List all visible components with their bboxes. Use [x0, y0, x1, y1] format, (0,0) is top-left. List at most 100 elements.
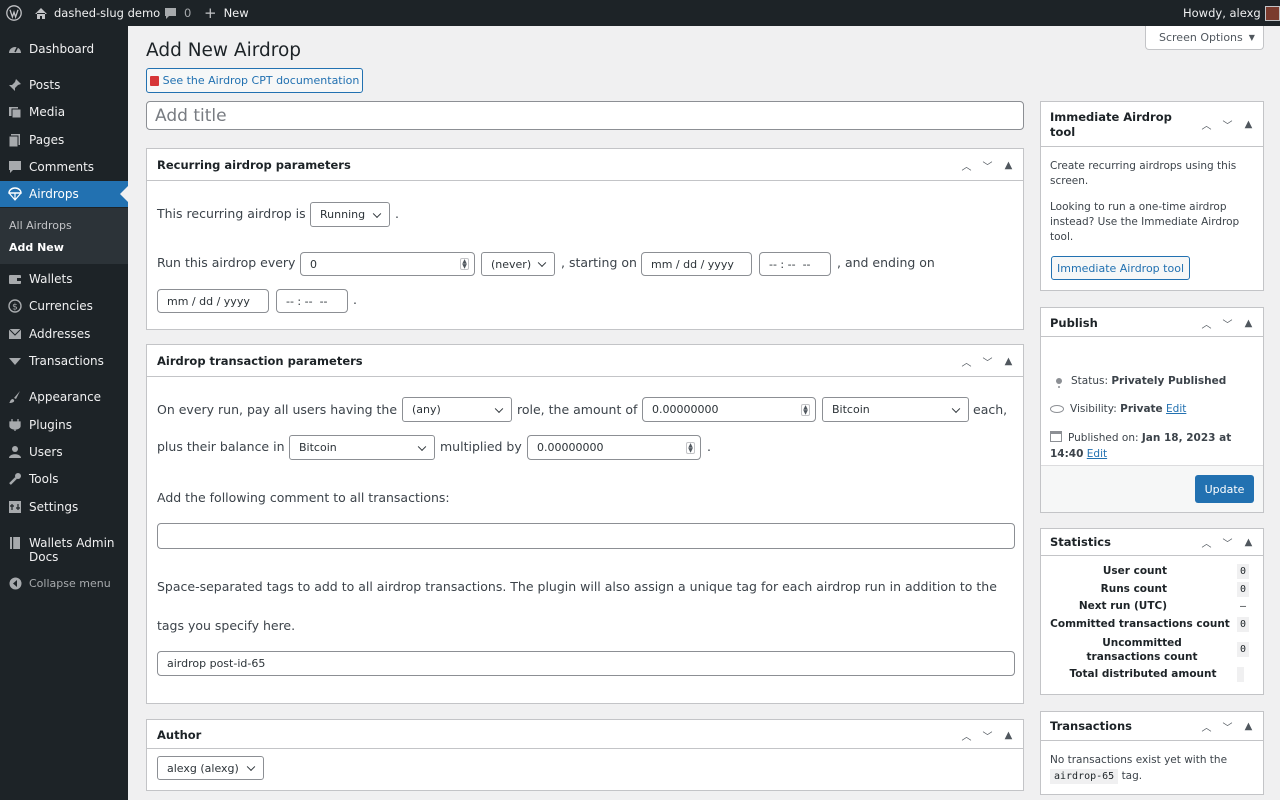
update-button[interactable]: Update — [1195, 475, 1254, 503]
move-down-icon[interactable]: ﹀ — [1217, 315, 1238, 331]
menu-item-posts[interactable]: Posts — [0, 72, 128, 98]
immediate-airdrop-button[interactable]: Immediate Airdrop tool — [1051, 256, 1190, 280]
status-label: Status: — [1071, 375, 1108, 387]
author-select[interactable]: alexg (alexg) — [157, 756, 264, 780]
menu-item-airdrops[interactable]: Airdrops — [0, 181, 128, 207]
airdrop-tag: airdrop-65 — [1050, 769, 1119, 784]
comment-input[interactable] — [157, 523, 1015, 549]
collapse-toggle-icon[interactable]: ▲ — [1238, 315, 1259, 331]
update-label: Update — [1204, 482, 1245, 496]
end-date-placeholder: mm / dd / yyyy — [167, 294, 250, 308]
menu-item-wallets-admin-docs[interactable]: Wallets Admin Docs — [0, 530, 128, 570]
multiplied-by-label: multiplied by — [440, 439, 522, 454]
stat-label: User count — [1102, 565, 1167, 577]
visibility-edit-link[interactable]: Edit — [1166, 403, 1186, 415]
menu-item-users[interactable]: Users — [0, 439, 128, 465]
menu-item-currencies[interactable]: $ Currencies — [0, 293, 128, 319]
published-edit-link[interactable]: Edit — [1087, 448, 1107, 460]
submenu-add-new[interactable]: Add New — [9, 241, 64, 254]
box-controls: ︿ ﹀ ▲ — [956, 157, 1019, 173]
pages-icon — [8, 132, 22, 148]
interval-input[interactable]: 0 ▲ ▼ — [300, 252, 475, 276]
menu-item-transactions[interactable]: Transactions — [0, 348, 128, 374]
stat-value — [1237, 667, 1244, 682]
menu-item-addresses[interactable]: Addresses — [0, 321, 128, 347]
collapse-toggle-icon[interactable]: ▲ — [1238, 116, 1259, 132]
menu-item-tools[interactable]: Tools — [0, 466, 128, 492]
book-icon — [149, 75, 159, 86]
menu-item-appearance[interactable]: Appearance — [0, 384, 128, 410]
status-select[interactable]: Running — [310, 202, 390, 227]
brush-icon — [8, 389, 22, 405]
start-time-input[interactable]: -- : -- -- — [759, 252, 831, 276]
role-amount-label: role, the amount of — [517, 402, 638, 417]
move-up-icon[interactable]: ︿ — [956, 157, 977, 173]
tags-input[interactable]: airdrop post-id-65 — [157, 651, 1015, 676]
title-input[interactable]: Add title — [146, 101, 1024, 130]
move-up-icon[interactable]: ︿ — [956, 353, 977, 369]
move-up-icon[interactable]: ︿ — [1196, 534, 1217, 550]
balance-currency-select[interactable]: Bitcoin — [289, 435, 435, 460]
ending-on-label: , and ending on — [837, 255, 935, 270]
transactions-icon — [8, 353, 22, 369]
screen-options-button[interactable]: Screen Options ▼ — [1145, 26, 1264, 50]
multiplier-input[interactable]: 0.00000000 ▲ ▼ — [527, 435, 701, 460]
move-down-icon[interactable]: ﹀ — [1217, 534, 1238, 550]
move-down-icon[interactable]: ﹀ — [1217, 116, 1238, 132]
move-up-icon[interactable]: ︿ — [1196, 315, 1217, 331]
menu-item-wallets[interactable]: Wallets — [0, 266, 128, 292]
menu-label: Settings — [29, 500, 79, 514]
documentation-button[interactable]: See the Airdrop CPT documentation — [146, 68, 363, 93]
interval-unit-value: (never) — [491, 257, 532, 271]
interval-unit-select[interactable]: (never) — [481, 252, 555, 276]
menu-item-comments[interactable]: Comments — [0, 154, 128, 180]
end-time-input[interactable]: -- : -- -- — [276, 289, 348, 313]
recurring-params-box: Recurring airdrop parameters ︿ ﹀ ▲ This re… — [146, 148, 1024, 330]
end-date-input[interactable]: mm / dd / yyyy — [157, 289, 269, 313]
submenu-all-airdrops[interactable]: All Airdrops — [9, 219, 72, 232]
menu-label: Appearance — [29, 390, 102, 404]
stat-value: — — [1239, 601, 1247, 612]
immediate-description: Create recurring airdrops using this scr… — [1050, 160, 1237, 187]
menu-item-settings[interactable]: Settings — [0, 494, 128, 520]
new-content-link[interactable]: + New — [204, 0, 249, 26]
account-menu[interactable]: Howdy, alexg — [1183, 0, 1280, 26]
site-name-link[interactable]: dashed-slug demo — [34, 0, 160, 26]
collapse-toggle-icon[interactable]: ▲ — [1238, 534, 1259, 550]
move-up-icon[interactable]: ︿ — [1196, 718, 1217, 734]
documentation-label: See the Airdrop CPT documentation — [162, 74, 360, 87]
transactions-empty-message: No transactions exist yet with the airdr… — [1050, 752, 1255, 785]
currency-select[interactable]: Bitcoin — [822, 397, 969, 422]
visibility-label: Visibility: — [1070, 403, 1117, 415]
collapse-toggle-icon[interactable]: ▲ — [998, 353, 1019, 369]
menu-label: Airdrops — [29, 187, 79, 201]
published-row: Published on: Jan 18, 2023 at 14:40 Edit — [1050, 430, 1255, 462]
menu-label: Pages — [29, 133, 65, 147]
menu-item-dashboard[interactable]: Dashboard — [0, 36, 128, 62]
start-date-input[interactable]: mm / dd / yyyy — [641, 252, 752, 276]
move-up-icon[interactable]: ︿ — [956, 727, 977, 743]
collapse-toggle-icon[interactable]: ▲ — [998, 157, 1019, 173]
move-down-icon[interactable]: ﹀ — [1217, 718, 1238, 734]
spinner-icon[interactable]: ▲ ▼ — [801, 403, 810, 416]
move-up-icon[interactable]: ︿ — [1196, 116, 1217, 132]
collapse-toggle-icon[interactable]: ▲ — [1238, 718, 1259, 734]
menu-item-pages[interactable]: Pages — [0, 127, 128, 153]
menu-item-media[interactable]: Media — [0, 99, 128, 125]
comments-link[interactable]: 0 — [164, 0, 191, 26]
role-select[interactable]: (any) — [402, 397, 512, 422]
amount-value: 0.00000000 — [652, 403, 719, 416]
menu-item-plugins[interactable]: Plugins — [0, 412, 128, 438]
multiplier-suffix: . — [707, 439, 711, 454]
move-down-icon[interactable]: ﹀ — [977, 727, 998, 743]
move-down-icon[interactable]: ﹀ — [977, 353, 998, 369]
wordpress-logo-icon[interactable] — [6, 0, 22, 26]
move-down-icon[interactable]: ﹀ — [977, 157, 998, 173]
collapse-toggle-icon[interactable]: ▲ — [998, 727, 1019, 743]
spinner-icon[interactable]: ▲ ▼ — [686, 441, 695, 454]
spinner-icon[interactable]: ▲ ▼ — [460, 258, 469, 270]
amount-input[interactable]: 0.00000000 ▲ ▼ — [642, 397, 816, 422]
immediate-hint: Looking to run a one-time airdrop instea… — [1050, 201, 1240, 243]
menu-label: Wallets — [29, 272, 73, 286]
collapse-menu-button[interactable]: Collapse menu — [0, 570, 128, 596]
